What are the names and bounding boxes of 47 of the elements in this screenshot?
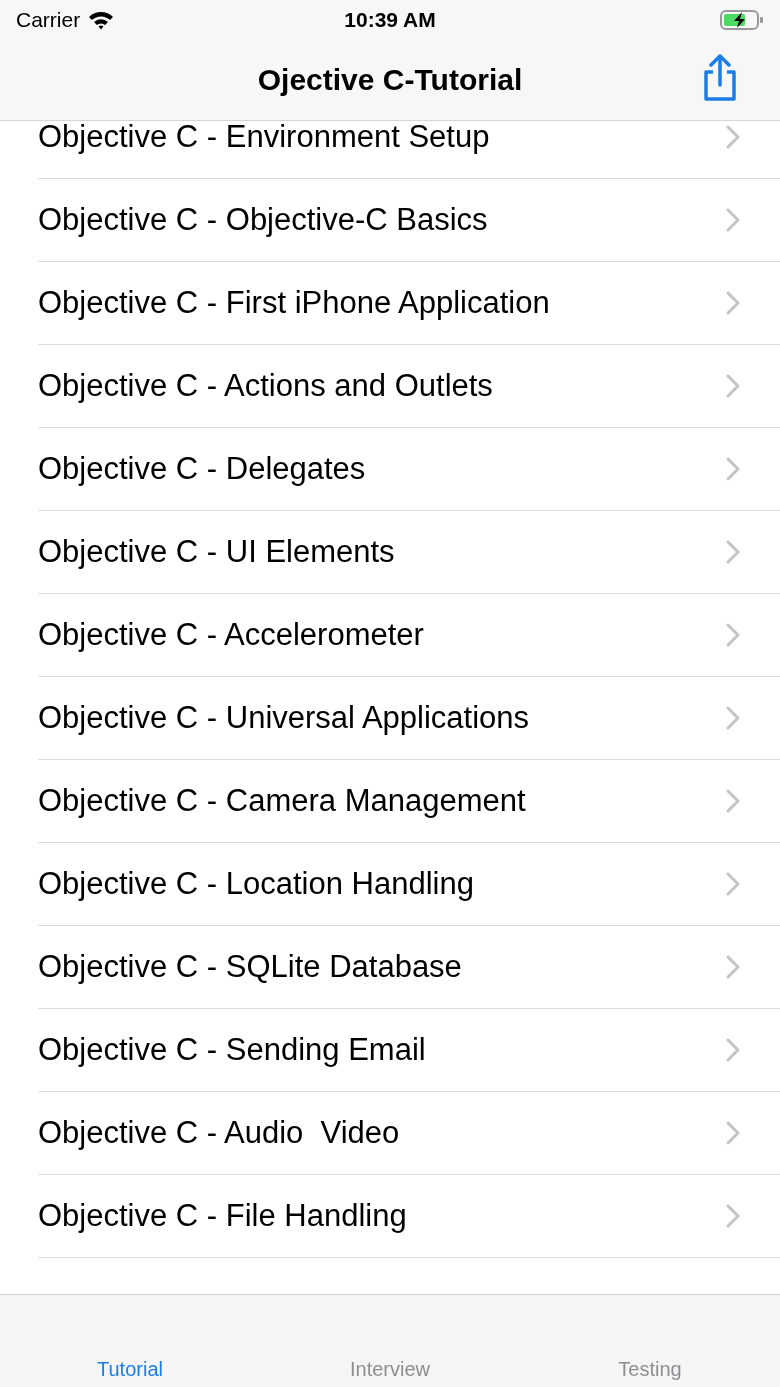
list-row[interactable]: Objective C - First iPhone Application <box>38 262 780 345</box>
row-title: Objective C - Environment Setup <box>38 121 490 155</box>
row-title: Objective C - Accelerometer <box>38 617 424 653</box>
wifi-icon <box>88 10 115 30</box>
list-row[interactable]: Objective C - Objective-C Basics <box>38 179 780 262</box>
row-title: Objective C - First iPhone Application <box>38 285 550 321</box>
chevron-icon <box>726 540 740 564</box>
chevron-icon <box>726 291 740 315</box>
list-row[interactable]: Objective C - Actions and Outlets <box>38 345 780 428</box>
list-row[interactable]: Objective C - Universal Applications <box>38 677 780 760</box>
tab-item[interactable]: Tutorial <box>93 1356 167 1383</box>
list-row[interactable]: Objective C - Audio Video <box>38 1092 780 1175</box>
chevron-icon <box>726 706 740 730</box>
list-row[interactable]: Objective C - SQLite Database <box>38 926 780 1009</box>
screen-title: Ojective C-Tutorial <box>257 63 523 97</box>
chevron-icon <box>726 457 740 481</box>
row-title: Objective C - Delegates <box>38 451 366 487</box>
chevron-icon <box>726 1121 740 1145</box>
list-row[interactable]: Objective C - Location Handling <box>38 843 780 926</box>
chevron-icon <box>726 1204 740 1228</box>
list-row[interactable]: Objective C - UI Elements <box>38 511 780 594</box>
row-title: Objective C - Objective-C Basics <box>38 202 488 238</box>
status-time: 10:39 AM <box>344 8 436 32</box>
list-row[interactable]: Objective C - Environment Setup <box>38 121 780 179</box>
carrier-name: Carrier <box>16 8 81 32</box>
list-row[interactable]: Objective C - Delegates <box>38 428 780 511</box>
row-title: Objective C - File Handling <box>38 1198 407 1234</box>
chevron-icon <box>726 125 740 149</box>
chevron-icon <box>726 374 740 398</box>
chevron-icon <box>726 789 740 813</box>
chevron-icon <box>726 955 740 979</box>
list-row[interactable]: Objective C - Camera Management <box>38 760 780 843</box>
list-row[interactable]: Objective C - File Handling <box>38 1175 780 1258</box>
row-title: Objective C - SQLite Database <box>38 949 462 985</box>
list-row[interactable]: Objective C - Accelerometer <box>38 594 780 677</box>
row-title: Objective C - UI Elements <box>38 534 395 570</box>
row-title: Objective C - Camera Management <box>38 783 526 819</box>
chevron-icon <box>726 1038 740 1062</box>
row-title: Objective C - Sending Email <box>38 1032 426 1068</box>
row-title: Objective C - Location Handling <box>38 866 474 902</box>
chevron-icon <box>726 208 740 232</box>
chevron-icon <box>726 872 740 896</box>
row-title: Objective C - Universal Applications <box>38 700 530 736</box>
row-title: Objective C - Actions and Outlets <box>38 368 493 404</box>
chevron-icon <box>726 623 740 647</box>
list-row[interactable]: Objective C - Sending Email <box>38 1009 780 1092</box>
row-title: Objective C - Audio Video <box>38 1115 400 1151</box>
